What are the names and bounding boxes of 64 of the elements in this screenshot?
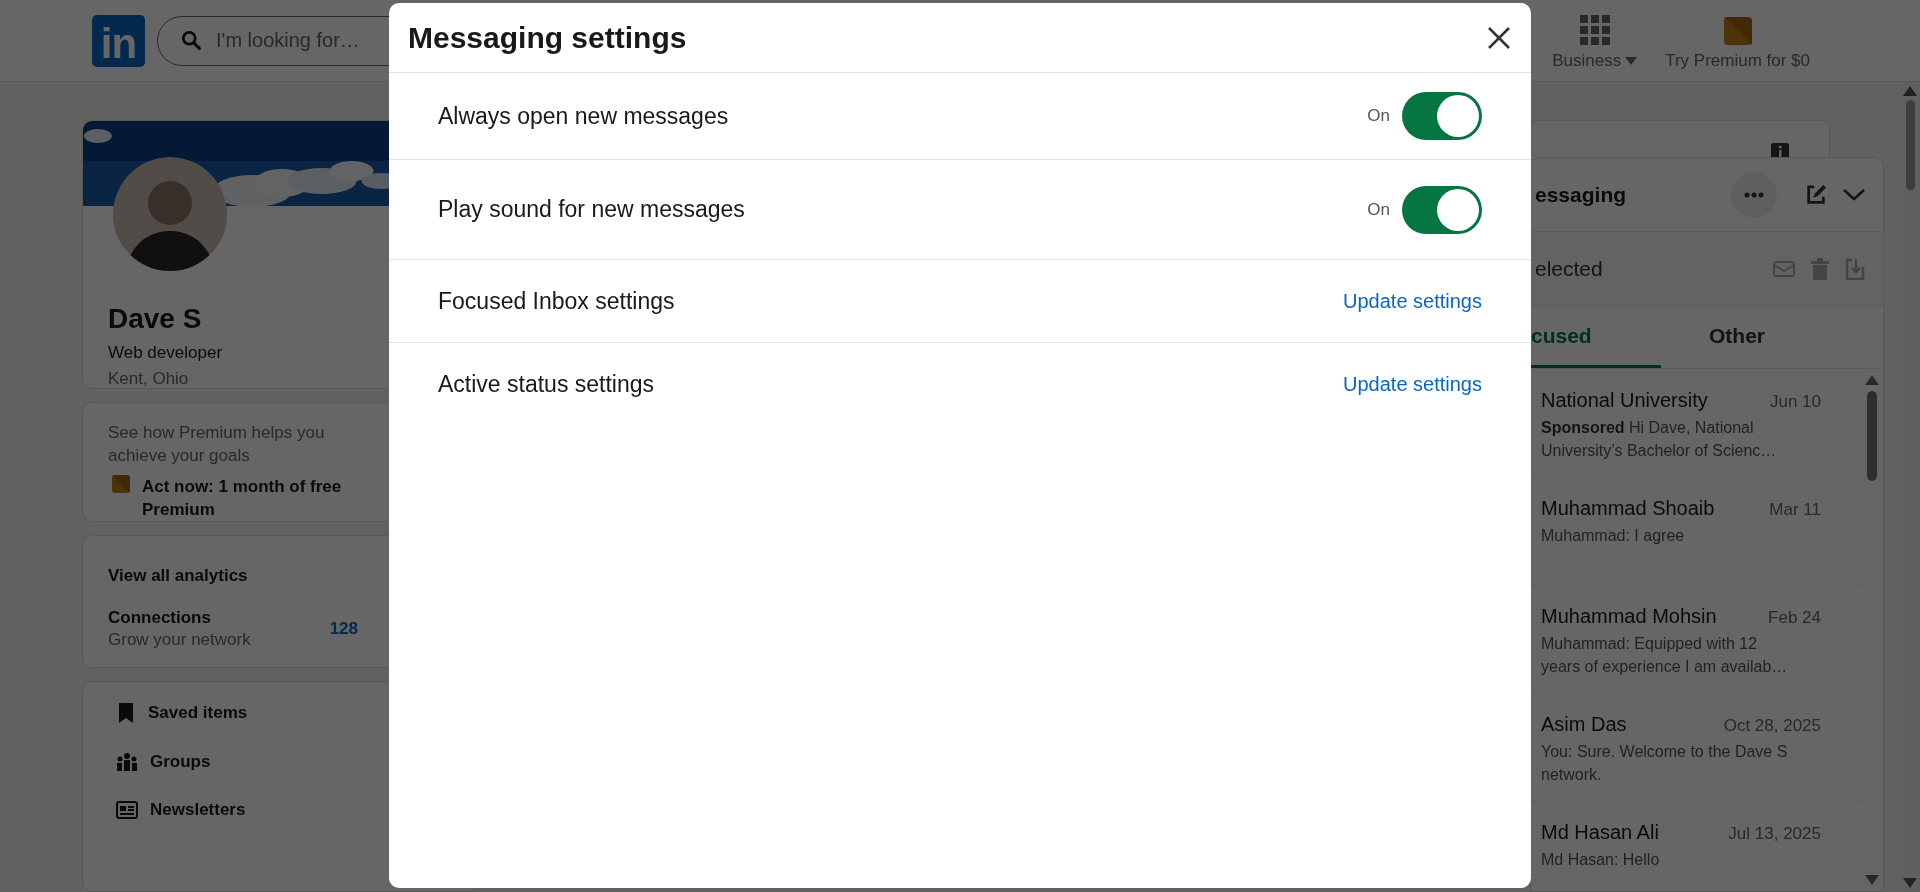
- toggle-switch[interactable]: [1402, 185, 1482, 234]
- sender-name: National University: [1541, 389, 1708, 412]
- apps-grid-icon: [1579, 15, 1610, 45]
- selection-label: elected: [1535, 256, 1603, 281]
- sender-name: Muhammad Shoaib: [1541, 497, 1715, 520]
- message-preview: Sponsored Hi Dave, National University’s Bachelor of Scienc…: [1541, 418, 1778, 461]
- chevron-down-icon: [1843, 188, 1865, 201]
- close-button[interactable]: [1487, 25, 1511, 50]
- message-preview: Muhammad: Equipped with 12 years of experience I am availab…: [1541, 634, 1789, 677]
- close-icon: [1487, 25, 1511, 50]
- compose-button[interactable]: [1805, 183, 1827, 206]
- premium-icon: [1723, 17, 1752, 45]
- more-icon: [1744, 191, 1764, 198]
- caret-icon: [1625, 57, 1638, 65]
- profile-headline: Web developer: [108, 343, 224, 363]
- newsletter-icon: [116, 800, 138, 821]
- message-date: Jun 10: [1769, 392, 1821, 412]
- premium-icon: [112, 474, 130, 493]
- panel-title[interactable]: essaging: [1535, 182, 1627, 207]
- stat-label[interactable]: Connections: [108, 608, 251, 629]
- shortcut-link[interactable]: Saved items: [148, 703, 248, 724]
- toggle-switch[interactable]: [1402, 92, 1482, 140]
- collapse-button[interactable]: [1843, 188, 1865, 201]
- message-date: Oct 28, 2025: [1723, 716, 1821, 736]
- premium-nav-item[interactable]: Try Premium for $0: [1665, 17, 1810, 71]
- scroll-down-icon: [1903, 878, 1917, 888]
- stat-value: 128: [329, 619, 358, 640]
- shortcut-link[interactable]: Newsletters: [150, 800, 246, 821]
- scroll-thumb[interactable]: [1867, 391, 1877, 481]
- inbox-tab[interactable]: Other: [1661, 306, 1883, 368]
- premium-text: See how Premium helps you achieve your goals: [108, 421, 326, 467]
- trash-icon: [1811, 257, 1829, 280]
- scroll-up-icon: [1903, 86, 1917, 96]
- stat-subtitle: Grow your network: [108, 630, 251, 651]
- mail-icon: [1773, 260, 1795, 277]
- update-settings-link[interactable]: Update settings: [1343, 289, 1482, 313]
- update-settings-link[interactable]: Update settings: [1343, 372, 1482, 396]
- bookmark-icon: [116, 702, 136, 725]
- message-date: Feb 24: [1768, 608, 1821, 628]
- setting-label: Always open new messages: [438, 102, 729, 130]
- toggle-state-label: On: [1367, 199, 1390, 220]
- logo[interactable]: in: [92, 14, 145, 67]
- setting-label: Active status settings: [438, 370, 655, 398]
- toggle-state-label: On: [1367, 106, 1390, 126]
- message-date: Jul 13, 2025: [1728, 824, 1821, 844]
- sender-name: Muhammad Mohsin: [1541, 605, 1717, 628]
- sender-name: Asim Das: [1541, 713, 1627, 736]
- move-icon: [1845, 257, 1865, 280]
- scroll-thumb[interactable]: [1905, 100, 1915, 190]
- business-nav-item[interactable]: Business: [1552, 15, 1638, 71]
- people-icon: [116, 752, 138, 773]
- more-button[interactable]: [1731, 171, 1777, 218]
- message-date: Mar 11: [1769, 500, 1821, 520]
- setting-label: Play sound for new messages: [438, 196, 745, 223]
- setting-label: Focused Inbox settings: [438, 287, 675, 315]
- shortcut-link[interactable]: Groups: [150, 752, 211, 773]
- message-preview: Muhammad: I agree: [1541, 526, 1686, 546]
- premium-offer-link[interactable]: Act now: 1 month of free Premium: [142, 474, 362, 521]
- compose-icon: [1805, 183, 1827, 206]
- scroll-down-icon: [1865, 875, 1879, 885]
- message-preview: Md Hasan: Hello: [1541, 850, 1661, 870]
- sender-name: Md Hasan Ali: [1541, 821, 1659, 844]
- message-preview: You: Sure. Welcome to the Dave S network.: [1541, 742, 1789, 785]
- scroll-up-icon: [1865, 375, 1879, 385]
